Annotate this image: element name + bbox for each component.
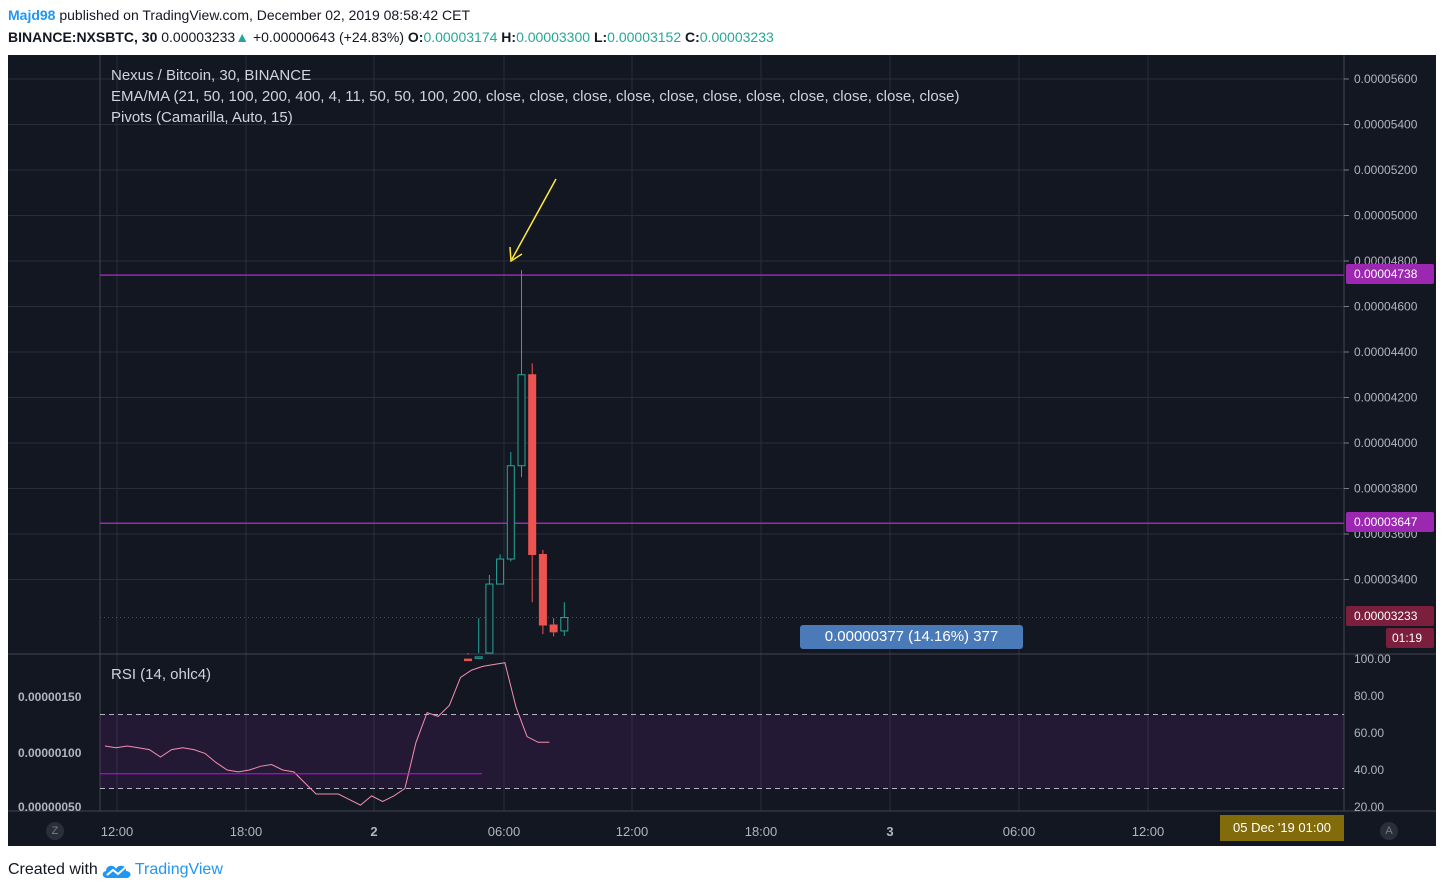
time-tick-label: 18:00 xyxy=(230,824,263,839)
chart-title[interactable]: Nexus / Bitcoin, 30, BINANCE xyxy=(111,67,311,84)
rsi-tick-label: 20.00 xyxy=(1354,800,1384,814)
time-tick-label: 12:00 xyxy=(616,824,649,839)
time-tick-label: 06:00 xyxy=(1003,824,1036,839)
high-label: H: xyxy=(501,29,517,45)
rsi-tick-label: 100.00 xyxy=(1354,652,1391,666)
rsi-tick-label: 60.00 xyxy=(1354,726,1384,740)
time-tick-label: 2 xyxy=(370,824,377,839)
left-axis: 0.00000150 0.00000100 0.00000050 xyxy=(18,690,82,814)
time-tick-label: 18:00 xyxy=(745,824,778,839)
bar-countdown-tag: 01:19 xyxy=(1386,628,1434,648)
price-tick-label: 0.00004000 xyxy=(1354,436,1418,450)
left-tick-label: 0.00000150 xyxy=(18,690,82,704)
candle xyxy=(549,618,558,637)
candle xyxy=(538,549,547,635)
publish-line: Majd98 published on TradingView.com, Dec… xyxy=(8,7,470,23)
grid-lines xyxy=(8,55,1344,811)
time-tick-label: 12:00 xyxy=(1132,824,1165,839)
candle-body xyxy=(549,624,558,633)
candle-body xyxy=(517,374,526,467)
annotation-arrow-icon xyxy=(509,178,557,263)
rsi-indicator-legend[interactable]: RSI (14, ohlc4) xyxy=(111,666,211,683)
chart-container[interactable]: 0.00005600 0.00005400 0.00005200 0.00005000… xyxy=(8,55,1436,846)
candle xyxy=(528,363,537,603)
candle-body xyxy=(496,558,505,585)
pivot-high-tag: 0.00004738 xyxy=(1346,264,1434,284)
price-tick-label: 0.00004400 xyxy=(1354,345,1418,359)
candle-body xyxy=(560,616,569,632)
candle-body xyxy=(464,658,472,662)
candle xyxy=(474,618,483,659)
price-change: +0.00000643 (+24.83%) xyxy=(252,29,404,45)
price-tick-label: 0.00005600 xyxy=(1354,72,1418,86)
open-value: 0.00003174 xyxy=(423,29,498,45)
price-tick-label: 0.00004600 xyxy=(1354,300,1418,314)
rsi-tick-label: 80.00 xyxy=(1354,689,1384,703)
pivots-indicator-legend[interactable]: Pivots (Camarilla, Auto, 15) xyxy=(111,109,293,126)
rsi-band-fill xyxy=(100,714,1344,789)
candle-body xyxy=(538,553,547,626)
left-tick-label: 0.00000100 xyxy=(18,746,82,760)
time-tick-label: 06:00 xyxy=(488,824,521,839)
time-tick-label: 3 xyxy=(886,824,893,839)
measure-label: 0.00000377 (14.16%) 377 xyxy=(800,625,1023,649)
pivot-lines xyxy=(100,274,1344,618)
candle xyxy=(496,554,505,585)
candle xyxy=(560,602,569,636)
candle xyxy=(506,452,515,562)
created-with-text: Created with xyxy=(8,861,98,879)
price-axis: 0.00005600 0.00005400 0.00005200 0.00005000… xyxy=(1344,72,1418,587)
price-tick-label: 0.00005400 xyxy=(1354,118,1418,132)
candle-body xyxy=(506,465,515,560)
price-tick-label: 0.00005000 xyxy=(1354,209,1418,223)
tradingview-cloud-icon xyxy=(102,865,131,878)
price-tick-label: 0.00005200 xyxy=(1354,163,1418,177)
chart-canvas[interactable]: 0.00005600 0.00005400 0.00005200 0.00005000… xyxy=(8,55,1436,846)
price-tick-label: 0.00003400 xyxy=(1354,573,1418,587)
publish-info: published on TradingView.com, December 0… xyxy=(55,7,471,23)
last-price-tag: 0.00003233 xyxy=(1346,606,1434,626)
rsi-tick-label: 40.00 xyxy=(1354,763,1384,777)
rsi-pane: 100.00 80.00 60.00 40.00 20.00 xyxy=(100,652,1391,814)
candle xyxy=(485,574,494,654)
symbol-line: BINANCE:NXSBTC, 30 0.00003233▲ +0.000006… xyxy=(8,29,774,45)
ma-indicator-legend[interactable]: EMA/MA (21, 50, 100, 200, 400, 4, 11, 50… xyxy=(111,88,960,105)
candle-body xyxy=(485,583,494,654)
author-link[interactable]: Majd98 xyxy=(8,7,55,23)
auto-scale-button[interactable]: A xyxy=(1380,822,1398,840)
left-tick-label: 0.00000050 xyxy=(18,800,82,814)
up-arrow-icon: ▲ xyxy=(235,29,250,45)
symbol-name: BINANCE:NXSBTC, 30 xyxy=(8,29,158,45)
candle-body xyxy=(528,374,537,555)
candle xyxy=(517,270,526,478)
price-tick-label: 0.00004200 xyxy=(1354,391,1418,405)
low-value: 0.00003152 xyxy=(607,29,682,45)
high-value: 0.00003300 xyxy=(516,29,591,45)
pivot-low-tag: 0.00003647 xyxy=(1346,512,1434,532)
price-tick-label: 0.00003800 xyxy=(1354,482,1418,496)
low-label: L: xyxy=(593,29,608,45)
close-value: 0.00003233 xyxy=(699,29,774,45)
tradingview-brand-link[interactable]: TradingView xyxy=(135,861,223,878)
open-label: O: xyxy=(407,29,424,45)
candles xyxy=(464,270,569,662)
time-tick-label: 12:00 xyxy=(101,824,134,839)
footer: Created with TradingView xyxy=(8,861,223,879)
close-label: C: xyxy=(685,29,700,45)
time-axis: 12:00 18:00 2 06:00 12:00 18:00 3 06:00 12:00 xyxy=(101,824,1165,839)
zoom-reset-button[interactable]: Z xyxy=(46,822,64,840)
candle-body xyxy=(474,656,483,659)
crosshair-date-box: 05 Dec '19 01:00 xyxy=(1220,815,1344,841)
last-price: 0.00003233 xyxy=(161,29,236,45)
